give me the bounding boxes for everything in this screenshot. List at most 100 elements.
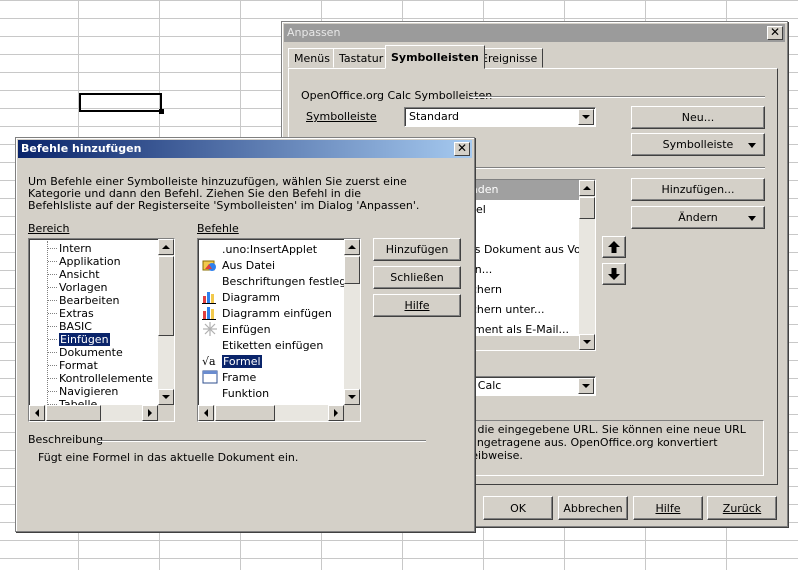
- anpassen-title: Anpassen: [287, 26, 341, 39]
- blank-icon: [202, 386, 218, 400]
- category-hscroll[interactable]: [29, 405, 158, 421]
- modify-button[interactable]: Ändern: [631, 206, 765, 229]
- tree-branch: [48, 391, 57, 392]
- tree-branch: [48, 326, 57, 327]
- add-commands-titlebar[interactable]: Befehle hinzufügen ✕: [18, 140, 472, 158]
- scroll-thumb[interactable]: [579, 197, 595, 219]
- arrow-up-icon: [608, 241, 620, 253]
- arrow-up-icon: [162, 245, 170, 249]
- tree-branch: [48, 339, 57, 340]
- command-label: Formel: [222, 354, 262, 368]
- command-label: Funktion: [222, 386, 270, 400]
- command-item[interactable]: Funktion: [202, 385, 269, 401]
- star-icon: [202, 322, 218, 336]
- scroll-up-button[interactable]: [579, 180, 595, 196]
- command-item[interactable]: √a Formel: [202, 353, 262, 369]
- category-tree[interactable]: Intern Applikation Ansicht Vorlagen Bearbeit…: [28, 238, 175, 422]
- back-button[interactable]: Zurück: [707, 496, 777, 520]
- tab-toolbars[interactable]: Symbolleisten: [385, 45, 485, 69]
- scroll-down-button[interactable]: [344, 389, 360, 405]
- command-item[interactable]: Frame: [202, 369, 256, 385]
- category-vscroll[interactable]: [158, 239, 174, 405]
- category-item[interactable]: BASIC: [48, 320, 92, 333]
- command-item[interactable]: Aus Datei: [202, 257, 275, 273]
- scroll-thumb[interactable]: [46, 405, 101, 421]
- help-button[interactable]: Hilfe: [373, 294, 461, 317]
- scroll-right-button[interactable]: [328, 405, 344, 421]
- toolbar-contents-list[interactable]: . ladenrmeluues Dokument aus Vornen...ei…: [458, 179, 596, 351]
- add-commands-close-icon[interactable]: ✕: [454, 142, 470, 156]
- toolbar-contents-hscroll[interactable]: [459, 336, 579, 350]
- tree-branch: [48, 365, 57, 366]
- command-item[interactable]: Beschriftungen festlegen: [202, 273, 360, 289]
- scroll-down-button[interactable]: [158, 389, 174, 405]
- insert-chart-icon: [202, 306, 218, 320]
- toolbar-content-item[interactable]: ues Dokument aus Vor: [461, 240, 585, 260]
- category-item[interactable]: Bearbeiten: [48, 294, 119, 307]
- tab-keyboard[interactable]: Tastatur: [333, 48, 390, 68]
- tab-menus[interactable]: Menüs: [288, 48, 336, 68]
- tab-toolbars-label: Symbolleisten: [391, 51, 479, 64]
- category-item[interactable]: Navigieren: [48, 385, 118, 398]
- toolbar-menu-button-label: Symbolleiste: [662, 138, 734, 151]
- command-label: .uno:InsertApplet: [222, 242, 318, 256]
- close-button[interactable]: Schließen: [373, 266, 461, 289]
- commands-hscroll[interactable]: [198, 405, 344, 421]
- toolbars-group-divider: [470, 96, 765, 98]
- scroll-down-button[interactable]: [579, 334, 595, 350]
- chevron-down-icon: [582, 115, 590, 119]
- toolbar-contents-vscroll[interactable]: [579, 180, 595, 350]
- category-item[interactable]: Ansicht: [48, 268, 100, 281]
- svg-text:√a: √a: [202, 355, 216, 368]
- category-label: Bereich: [28, 222, 70, 235]
- scroll-left-button[interactable]: [198, 405, 214, 421]
- add-button[interactable]: Hinzufügen: [373, 238, 461, 261]
- move-down-button[interactable]: [602, 263, 626, 285]
- command-label: Einfügen: [222, 322, 271, 336]
- anpassen-desc-line-2: eingetragene aus. OpenOffice.org konvert…: [467, 436, 718, 449]
- category-item[interactable]: Vorlagen: [48, 281, 107, 294]
- scroll-up-button[interactable]: [344, 239, 360, 255]
- category-item[interactable]: Kontrollelemente: [48, 372, 153, 385]
- toolbar-menu-button[interactable]: Symbolleiste: [631, 133, 765, 156]
- arrow-down-icon: [348, 395, 356, 399]
- scroll-thumb[interactable]: [344, 256, 360, 284]
- scroll-right-button[interactable]: [142, 405, 158, 421]
- category-item[interactable]: Format: [48, 359, 98, 372]
- arrow-left-icon: [35, 409, 39, 417]
- command-item[interactable]: Diagramm einfügen: [202, 305, 332, 321]
- commands-vscroll[interactable]: [344, 239, 360, 405]
- category-item[interactable]: Dokumente: [48, 346, 123, 359]
- toolbar-label: Symbolleiste: [306, 110, 377, 123]
- scroll-thumb[interactable]: [215, 405, 275, 421]
- toolbar-select[interactable]: Standard: [404, 107, 596, 127]
- arrow-right-icon: [334, 409, 338, 417]
- scroll-up-button[interactable]: [158, 239, 174, 255]
- category-item[interactable]: Intern: [48, 242, 92, 255]
- category-item[interactable]: Einfügen: [48, 333, 110, 346]
- command-item[interactable]: .uno:InsertApplet: [202, 241, 317, 257]
- category-item[interactable]: Applikation: [48, 255, 121, 268]
- anpassen-close-icon[interactable]: ✕: [767, 26, 783, 40]
- scroll-thumb[interactable]: [158, 256, 174, 336]
- save-in-select[interactable]: rg Calc: [458, 376, 596, 396]
- tab-events[interactable]: Ereignisse: [475, 48, 544, 68]
- toolbar-select-dropdown[interactable]: [578, 109, 594, 125]
- add-command-button[interactable]: Hinzufügen...: [631, 178, 765, 201]
- active-cell-cursor[interactable]: [79, 93, 164, 114]
- anpassen-help-button[interactable]: Hilfe: [633, 496, 703, 520]
- command-item[interactable]: Etiketten einfügen: [202, 337, 323, 353]
- scroll-left-button[interactable]: [29, 405, 45, 421]
- command-label: Diagramm einfügen: [222, 306, 332, 320]
- command-item[interactable]: Einfügen: [202, 321, 271, 337]
- ok-button[interactable]: OK: [483, 496, 553, 520]
- save-in-dropdown[interactable]: [578, 378, 594, 394]
- command-item[interactable]: Diagramm: [202, 289, 280, 305]
- new-toolbar-button[interactable]: Neu...: [631, 106, 765, 129]
- anpassen-titlebar[interactable]: Anpassen ✕: [284, 24, 785, 42]
- move-up-button[interactable]: [602, 236, 626, 258]
- commands-label: Befehle: [197, 222, 239, 235]
- commands-list[interactable]: .uno:InsertApplet Aus Datei Beschriftungen…: [197, 238, 361, 422]
- cancel-button[interactable]: Abbrechen: [558, 496, 628, 520]
- category-item[interactable]: Extras: [48, 307, 94, 320]
